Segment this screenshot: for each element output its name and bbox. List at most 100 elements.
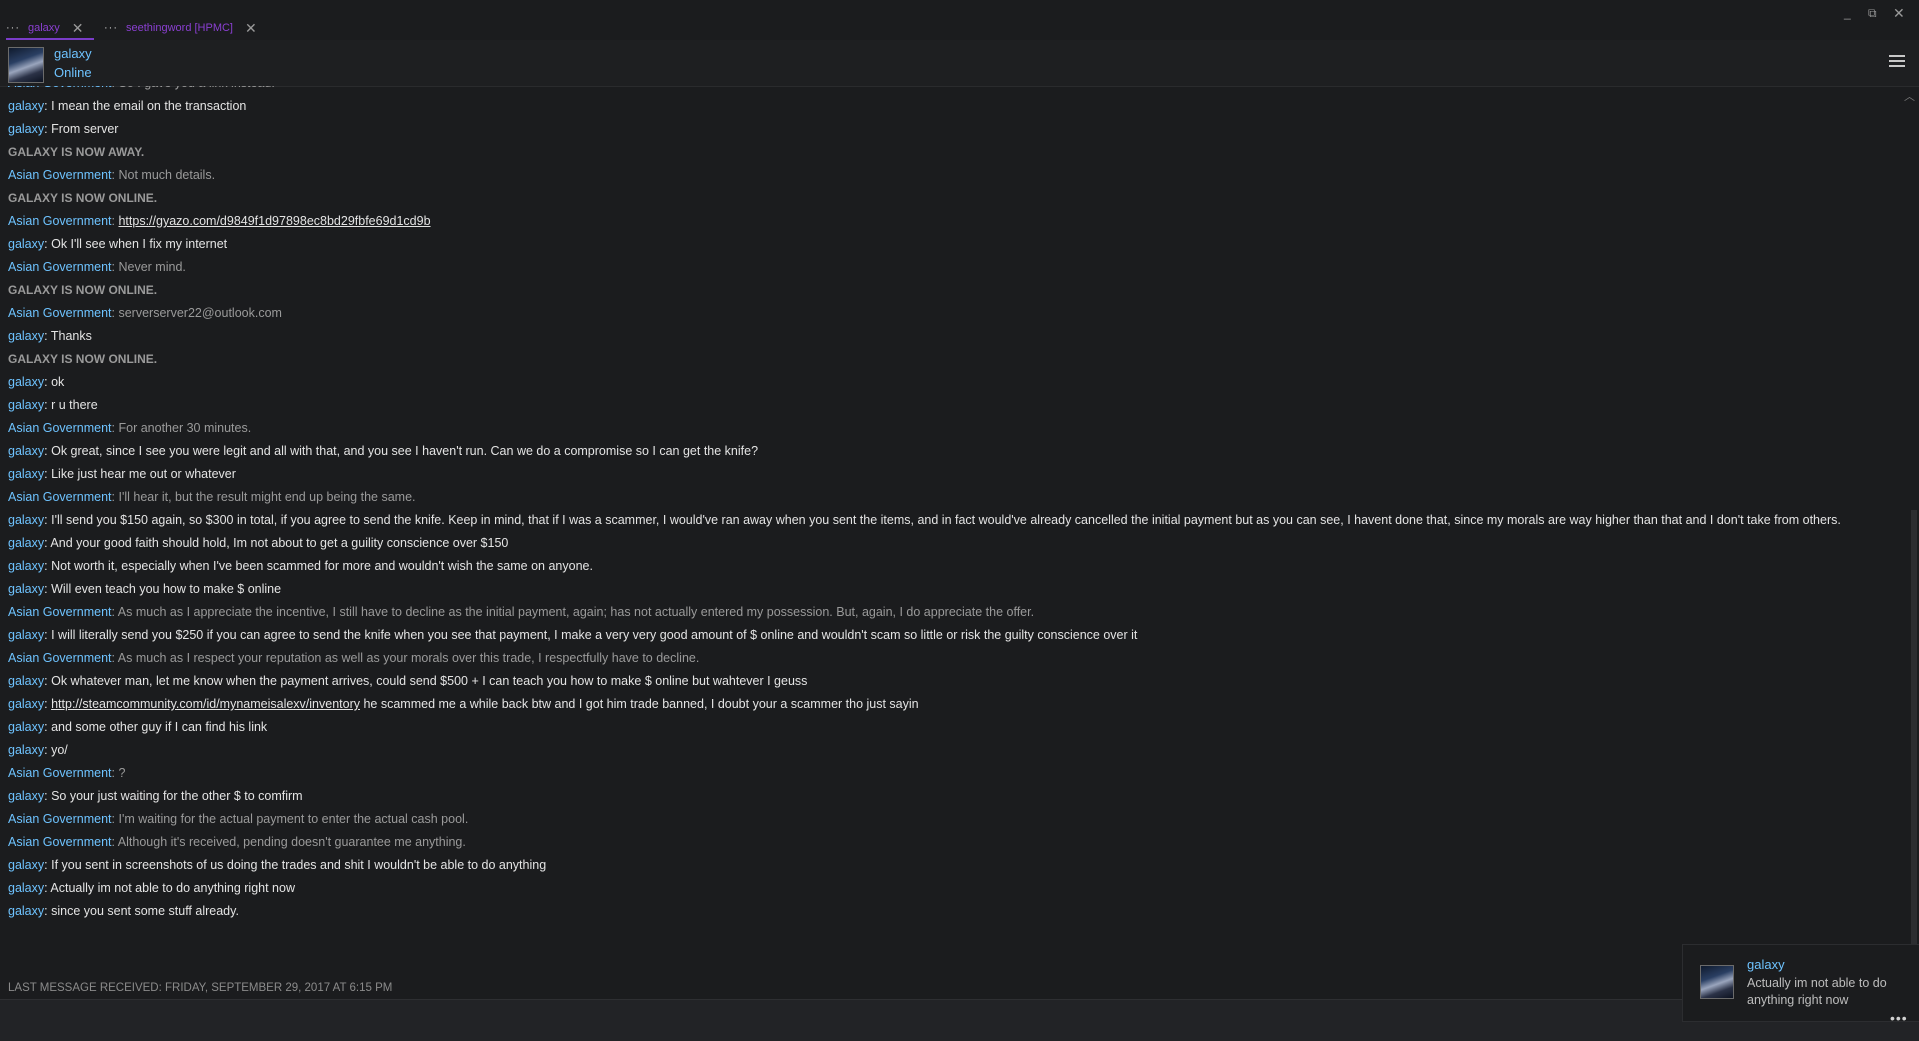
- chat-message: galaxy: Ok I'll see when I fix my intern…: [0, 233, 1900, 256]
- sender-name[interactable]: Asian Government: [8, 86, 112, 90]
- chat-message: galaxy: From server: [0, 118, 1900, 141]
- chat-message: Asian Government: Never mind.: [0, 256, 1900, 279]
- chat-message: Asian Government: Not much details.: [0, 164, 1900, 187]
- chat-message: Asian Government: Although it's received…: [0, 831, 1900, 854]
- chat-message: galaxy: I will literally send you $250 i…: [0, 624, 1900, 647]
- sender-name[interactable]: galaxy: [8, 237, 44, 251]
- scrollbar[interactable]: [1907, 106, 1919, 950]
- avatar[interactable]: [8, 47, 44, 83]
- message-link[interactable]: https://gyazo.com/d9849f1d97898ec8bd29fb…: [118, 214, 430, 228]
- sender-name[interactable]: galaxy: [8, 858, 44, 872]
- sender-name[interactable]: Asian Government: [8, 421, 112, 435]
- chat-message: Asian Government: So I gave you a link i…: [0, 86, 1900, 95]
- message-text: So your just waiting for the other $ to …: [51, 789, 303, 803]
- chat-message: Asian Government: I'll hear it, but the …: [0, 486, 1900, 509]
- sender-name[interactable]: Asian Government: [8, 835, 112, 849]
- chat-message: galaxy: If you sent in screenshots of us…: [0, 854, 1900, 877]
- message-text: and some other guy if I can find his lin…: [51, 720, 268, 734]
- sender-name[interactable]: Asian Government: [8, 812, 112, 826]
- sender-name[interactable]: Asian Government: [8, 306, 112, 320]
- tab-menu-icon[interactable]: ···: [104, 22, 118, 34]
- chat-message: galaxy: So your just waiting for the oth…: [0, 785, 1900, 808]
- sender-name[interactable]: galaxy: [8, 467, 44, 481]
- message-text: And your good faith should hold, Im not …: [50, 536, 509, 550]
- message-link[interactable]: http://steamcommunity.com/id/mynameisale…: [51, 697, 360, 711]
- message-text: From server: [51, 122, 119, 136]
- sender-name[interactable]: Asian Government: [8, 168, 112, 182]
- sender-name[interactable]: galaxy: [8, 582, 44, 596]
- scrollbar-thumb[interactable]: [1911, 510, 1917, 950]
- message-text: I mean the email on the transaction: [51, 99, 247, 113]
- sender-name[interactable]: galaxy: [8, 628, 44, 642]
- friend-name[interactable]: galaxy: [54, 46, 92, 61]
- more-options-icon[interactable]: •••: [1890, 1010, 1908, 1026]
- status-line: GALAXY IS NOW ONLINE.: [8, 283, 158, 297]
- message-text: So I gave you a link instead.: [118, 86, 274, 90]
- notification-toast[interactable]: galaxy Actually im not able to do anythi…: [1682, 944, 1919, 1022]
- chat-message: galaxy: Ok whatever man, let me know whe…: [0, 670, 1900, 693]
- message-text: ok: [51, 375, 65, 389]
- sender-name[interactable]: galaxy: [8, 536, 44, 550]
- sender-name[interactable]: Asian Government: [8, 651, 112, 665]
- sender-name[interactable]: galaxy: [8, 559, 44, 573]
- message-text: If you sent in screenshots of us doing t…: [51, 858, 547, 872]
- chat-message: Asian Government: serverserver22@outlook…: [0, 302, 1900, 325]
- message-text: he scammed me a while back btw and I got…: [360, 697, 919, 711]
- chat-message: Asian Government: As much as I respect y…: [0, 647, 1900, 670]
- separator: :: [44, 329, 51, 343]
- sender-name[interactable]: galaxy: [8, 329, 44, 343]
- chat-message: galaxy: And your good faith should hold,…: [0, 532, 1900, 555]
- scroll-up-icon[interactable]: ︿: [1904, 88, 1915, 104]
- message-text: Actually im not able to do anything righ…: [50, 881, 295, 895]
- sender-name[interactable]: Asian Government: [8, 605, 112, 619]
- sender-name[interactable]: galaxy: [8, 697, 44, 711]
- tab-bar: ··· galaxy ✕ ··· seethingword [HPMC] ✕ _…: [0, 0, 1919, 40]
- chat-message: Asian Government: ?: [0, 762, 1900, 785]
- sender-name[interactable]: Asian Government: [8, 214, 112, 228]
- sender-name[interactable]: galaxy: [8, 674, 44, 688]
- sender-name[interactable]: Asian Government: [8, 260, 112, 274]
- message-text: I'm waiting for the actual payment to en…: [118, 812, 469, 826]
- sender-name[interactable]: galaxy: [8, 904, 44, 918]
- minimize-icon[interactable]: _: [1844, 6, 1851, 20]
- message-input[interactable]: [0, 999, 1919, 1041]
- sender-name[interactable]: Asian Government: [8, 490, 112, 504]
- tab-galaxy[interactable]: ··· galaxy ✕: [6, 18, 94, 40]
- sender-name[interactable]: galaxy: [8, 789, 44, 803]
- chat-message: galaxy: http://steamcommunity.com/id/myn…: [0, 693, 1900, 716]
- chat-message: galaxy: Will even teach you how to make …: [0, 578, 1900, 601]
- sender-name[interactable]: galaxy: [8, 444, 44, 458]
- sender-name[interactable]: galaxy: [8, 122, 44, 136]
- message-text: For another 30 minutes.: [118, 421, 252, 435]
- close-window-icon[interactable]: ✕: [1893, 5, 1905, 22]
- sender-name[interactable]: galaxy: [8, 743, 44, 757]
- sender-name[interactable]: galaxy: [8, 99, 44, 113]
- chat-header: galaxy Online: [0, 40, 1919, 87]
- close-icon[interactable]: ✕: [72, 20, 84, 37]
- message-text: r u there: [51, 398, 98, 412]
- chat-message: galaxy: Like just hear me out or whateve…: [0, 463, 1900, 486]
- message-text: Not much details.: [118, 168, 216, 182]
- restore-icon[interactable]: ⧉: [1868, 6, 1877, 21]
- sender-name[interactable]: galaxy: [8, 720, 44, 734]
- chat-message: Asian Government: I'm waiting for the ac…: [0, 808, 1900, 831]
- chat-message: galaxy: since you sent some stuff alread…: [0, 900, 1900, 923]
- tab-seethingword[interactable]: ··· seethingword [HPMC] ✕: [104, 18, 257, 38]
- chat-message: Asian Government: For another 30 minutes…: [0, 417, 1900, 440]
- chat-message: galaxy: ok: [0, 371, 1900, 394]
- chat-message: galaxy: Thanks: [0, 325, 1900, 348]
- message-text: since you sent some stuff already.: [51, 904, 239, 918]
- sender-name[interactable]: galaxy: [8, 398, 44, 412]
- chat-message: galaxy: r u there: [0, 394, 1900, 417]
- sender-name[interactable]: galaxy: [8, 513, 44, 527]
- friend-status: Online: [54, 65, 92, 80]
- sender-name[interactable]: galaxy: [8, 375, 44, 389]
- sender-name[interactable]: Asian Government: [8, 766, 112, 780]
- chat-message: galaxy: I'll send you $150 again, so $30…: [0, 509, 1900, 532]
- chat-message: galaxy: yo/: [0, 739, 1900, 762]
- sender-name[interactable]: galaxy: [8, 881, 44, 895]
- close-icon[interactable]: ✕: [245, 20, 257, 37]
- hamburger-menu-icon[interactable]: [1889, 55, 1905, 70]
- tab-menu-icon[interactable]: ···: [6, 22, 20, 34]
- tab-label: seethingword [HPMC]: [126, 22, 233, 34]
